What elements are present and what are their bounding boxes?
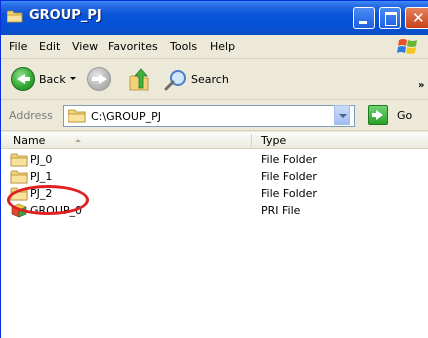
back-arrow-icon[interactable] (11, 67, 35, 91)
file-name: PJ_1 (30, 170, 53, 183)
file-list: Name Type PJ_0 File Folder PJ_1 File Fol… (1, 132, 428, 338)
explorer-window: GROUP_PJ ✕ File Edit View Favorites Tool… (0, 0, 428, 338)
address-input[interactable]: C:\GROUP_PJ (63, 105, 355, 127)
minimize-button[interactable] (353, 7, 375, 29)
forward-arrow-icon[interactable] (87, 67, 111, 91)
toolbar-overflow-icon[interactable]: » (418, 80, 424, 91)
back-button-label[interactable]: Back (39, 73, 66, 86)
maximize-button[interactable] (379, 7, 401, 29)
file-type: File Folder (261, 153, 317, 166)
folder-icon (7, 10, 23, 23)
file-name: GROUP_0 (30, 204, 83, 217)
file-type: File Folder (261, 187, 317, 200)
go-button-label[interactable]: Go (397, 109, 412, 122)
window-title: GROUP_PJ (29, 8, 102, 23)
toolbar: Back Search » (1, 60, 428, 100)
menu-edit[interactable]: Edit (39, 40, 60, 53)
list-item[interactable]: PJ_0 File Folder (1, 151, 428, 168)
address-label: Address (9, 109, 53, 122)
close-button[interactable]: ✕ (405, 7, 428, 29)
menu-favorites[interactable]: Favorites (108, 40, 158, 53)
close-icon: ✕ (412, 9, 425, 27)
address-dropdown-button[interactable] (334, 105, 350, 125)
go-arrow-icon[interactable] (368, 105, 388, 125)
file-name: PJ_0 (30, 153, 53, 166)
address-bar: Address C:\GROUP_PJ (1, 101, 428, 131)
folder-icon (68, 109, 86, 123)
menu-tools[interactable]: Tools (170, 40, 197, 53)
menu-file[interactable]: File (9, 40, 27, 53)
file-type: PRI File (261, 204, 301, 217)
title-bar[interactable]: GROUP_PJ ✕ (1, 1, 428, 35)
column-header-name[interactable]: Name (13, 134, 45, 147)
folder-icon (10, 187, 28, 201)
column-header-type[interactable]: Type (261, 134, 286, 147)
folder-icon (10, 170, 28, 184)
address-value: C:\GROUP_PJ (91, 110, 161, 123)
column-header-row: Name Type (1, 132, 428, 149)
sort-ascending-icon (75, 139, 81, 142)
list-item[interactable]: PJ_2 File Folder (1, 185, 428, 202)
pri-file-icon (11, 203, 27, 218)
list-item[interactable]: PJ_1 File Folder (1, 168, 428, 185)
windows-logo-icon (397, 39, 417, 54)
search-button-label[interactable]: Search (191, 73, 229, 86)
folder-icon (10, 153, 28, 167)
file-name: PJ_2 (30, 187, 53, 200)
file-type: File Folder (261, 170, 317, 183)
column-divider[interactable] (251, 134, 252, 147)
search-icon[interactable] (164, 69, 188, 91)
menu-help[interactable]: Help (210, 40, 235, 53)
back-dropdown-icon[interactable] (70, 77, 76, 80)
list-item[interactable]: GROUP_0 PRI File (1, 202, 428, 219)
folder-up-icon[interactable] (128, 68, 152, 92)
menu-view[interactable]: View (72, 40, 98, 53)
menu-bar: File Edit View Favorites Tools Help (1, 35, 428, 59)
